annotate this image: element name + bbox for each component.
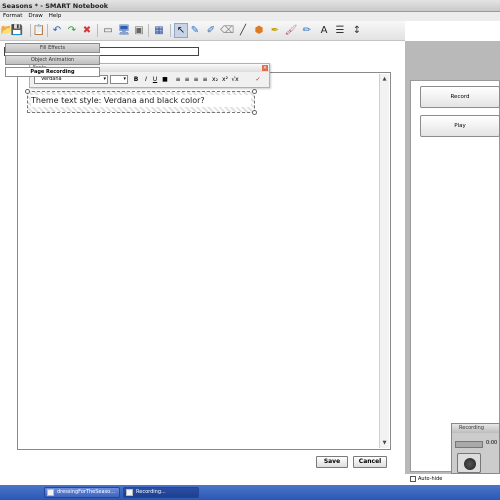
taskbar-item-label: dressingForTheSeaso...	[57, 489, 115, 495]
resize-handle[interactable]	[25, 89, 30, 94]
delete-icon[interactable]: ✖	[80, 23, 94, 38]
recorder-widget[interactable]: Recording 0:00	[451, 423, 500, 474]
play-button[interactable]: Play	[420, 115, 500, 137]
screen-capture-icon[interactable]: ▣	[132, 23, 146, 38]
rotate-handle[interactable]	[252, 89, 257, 94]
taskbar-item-notebook[interactable]: dressingForTheSeaso...	[44, 487, 120, 498]
color-button[interactable]: ■	[161, 75, 169, 84]
align-right-button[interactable]: ≡	[192, 75, 200, 84]
chevron-down-icon: ▾	[103, 76, 106, 82]
undo-icon[interactable]: ↶	[50, 23, 64, 38]
recording-icon	[126, 489, 133, 496]
properties-icon[interactable]: ☰	[333, 23, 347, 38]
paste-icon[interactable]: 📋	[32, 23, 46, 38]
pen-icon[interactable]: ✎	[188, 23, 202, 38]
justify-button[interactable]: ≡	[201, 75, 209, 84]
scroll-up-icon[interactable]: ▲	[380, 75, 389, 83]
text-content[interactable]: Theme text style: Verdana and black colo…	[31, 95, 251, 107]
underline-button[interactable]: U	[151, 75, 159, 84]
align-left-button[interactable]: ≡	[174, 75, 182, 84]
window-title: Seasons * - SMART Notebook	[2, 2, 109, 10]
recorder-title: Recording	[452, 424, 499, 433]
text-box[interactable]: Theme text style: Verdana and black colo…	[25, 89, 257, 115]
tab-object-animation[interactable]: Object Animation	[5, 55, 100, 65]
notebook-icon	[47, 489, 54, 496]
tab-fill-effects[interactable]: Fill Effects	[5, 43, 100, 53]
eraser-icon[interactable]: ⌫	[220, 23, 234, 38]
close-icon[interactable]: ×	[262, 65, 268, 71]
table-icon[interactable]: ▦	[152, 23, 166, 38]
tab-page-recording[interactable]: Page Recording	[5, 67, 100, 77]
select-icon[interactable]: ↖	[174, 23, 188, 38]
cancel-button[interactable]: Cancel	[353, 456, 387, 468]
font-size-select[interactable]: ▾	[110, 75, 128, 84]
save-button[interactable]: Save	[316, 456, 348, 468]
toolbar-separator	[30, 24, 31, 37]
text-icon[interactable]: A	[317, 23, 331, 38]
equation-button[interactable]: √x	[231, 75, 239, 84]
subscript-button[interactable]: x₂	[211, 75, 219, 84]
record-button[interactable]: Record	[420, 86, 500, 108]
main-toolbar: 📂 💾 📋 ↶ ↷ ✖ ▭ 🖥 ▣ ▦ ↖ ✎ ✐ ⌫ ╱ ⬢ ✒ 🖌 ✏ A ☰ ↕	[0, 21, 405, 41]
creative-pen-icon[interactable]: ✐	[204, 23, 218, 38]
chevron-down-icon: ▾	[123, 76, 126, 82]
notebook-page[interactable]	[17, 72, 391, 450]
taskbar-item-label: Recording...	[136, 489, 166, 495]
recorder-record-button[interactable]	[457, 453, 481, 473]
auto-hide-label: Auto-hide	[418, 476, 443, 482]
page-recording-panel	[410, 80, 500, 472]
taskbar-item-recording[interactable]: Recording...	[123, 487, 199, 498]
toolbar-separator	[47, 24, 48, 37]
vertical-scrollbar[interactable]: ▲ ▼	[379, 74, 389, 448]
superscript-button[interactable]: x²	[221, 75, 229, 84]
fill-icon[interactable]: 🖌	[284, 23, 298, 38]
toolbar-separator	[148, 24, 149, 37]
taskbar: dressingForTheSeaso... Recording...	[0, 485, 500, 500]
italic-button[interactable]: I	[142, 75, 150, 84]
title-bar: Seasons * - SMART Notebook	[0, 0, 500, 12]
menu-draw[interactable]: Draw	[25, 12, 45, 20]
shape-recognition-pen-icon[interactable]: ✏	[300, 23, 314, 38]
shapes-icon[interactable]: ⬢	[252, 23, 266, 38]
recorder-select[interactable]	[455, 441, 483, 448]
resize-handle[interactable]	[252, 110, 257, 115]
record-icon	[464, 458, 476, 470]
toolbar-separator	[97, 24, 98, 37]
line-icon[interactable]: ╱	[236, 23, 250, 38]
move-toolbar-icon[interactable]: ↕	[350, 23, 364, 38]
menu-bar: Format Draw Help	[0, 12, 500, 21]
spell-check-button[interactable]: ✓	[254, 75, 262, 84]
scroll-down-icon[interactable]: ▼	[380, 439, 389, 447]
save-icon[interactable]: 💾	[10, 23, 24, 38]
toolbar-separator	[170, 24, 171, 37]
recorder-timer: 0:00	[486, 440, 498, 446]
full-screen-icon[interactable]: 🖥	[117, 23, 131, 38]
bold-button[interactable]: B	[132, 75, 140, 84]
align-center-button[interactable]: ≡	[183, 75, 191, 84]
menu-help[interactable]: Help	[46, 12, 65, 20]
redo-icon[interactable]: ↷	[65, 23, 79, 38]
menu-format[interactable]: Format	[0, 12, 25, 20]
screen-shade-icon[interactable]: ▭	[101, 23, 115, 38]
auto-hide-option[interactable]: Auto-hide	[410, 476, 442, 482]
auto-hide-checkbox[interactable]	[410, 476, 416, 482]
magic-pen-icon[interactable]: ✒	[268, 23, 282, 38]
